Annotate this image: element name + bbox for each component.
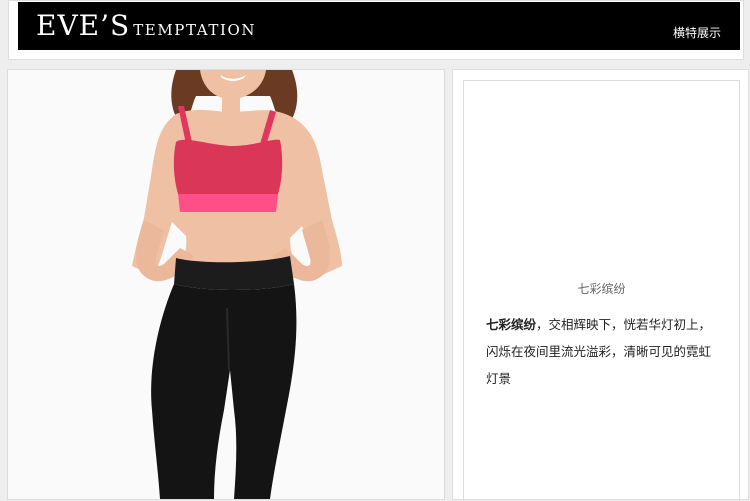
product-caption: 七彩缤纷 [577,282,626,296]
brand-logo[interactable]: EVE’S TEMPTATION [36,11,256,41]
description-lead: 七彩缤纷 [486,317,537,332]
header-panel: EVE’S TEMPTATION 横特展示 [8,0,744,60]
product-info-panel: 七彩缤纷 七彩缤纷，交相辉映下，恍若华灯初上，闪烁在夜间里流光溢彩，清晰可见的霓… [452,69,749,501]
logo-sub-text: TEMPTATION [133,21,257,39]
product-photo [8,70,444,499]
logo-main-text: EVE’S [36,9,131,42]
product-info-frame: 七彩缤纷 七彩缤纷，交相辉映下，恍若华灯初上，闪烁在夜间里流光溢彩，清晰可见的霓… [463,80,740,501]
nav-link-showcase[interactable]: 横特展示 [673,24,721,41]
product-description: 七彩缤纷，交相辉映下，恍若华灯初上，闪烁在夜间里流光溢彩，清晰可见的霓虹灯景 [486,311,722,392]
brand-banner: EVE’S TEMPTATION 横特展示 [18,2,740,50]
product-photo-panel [7,69,445,500]
